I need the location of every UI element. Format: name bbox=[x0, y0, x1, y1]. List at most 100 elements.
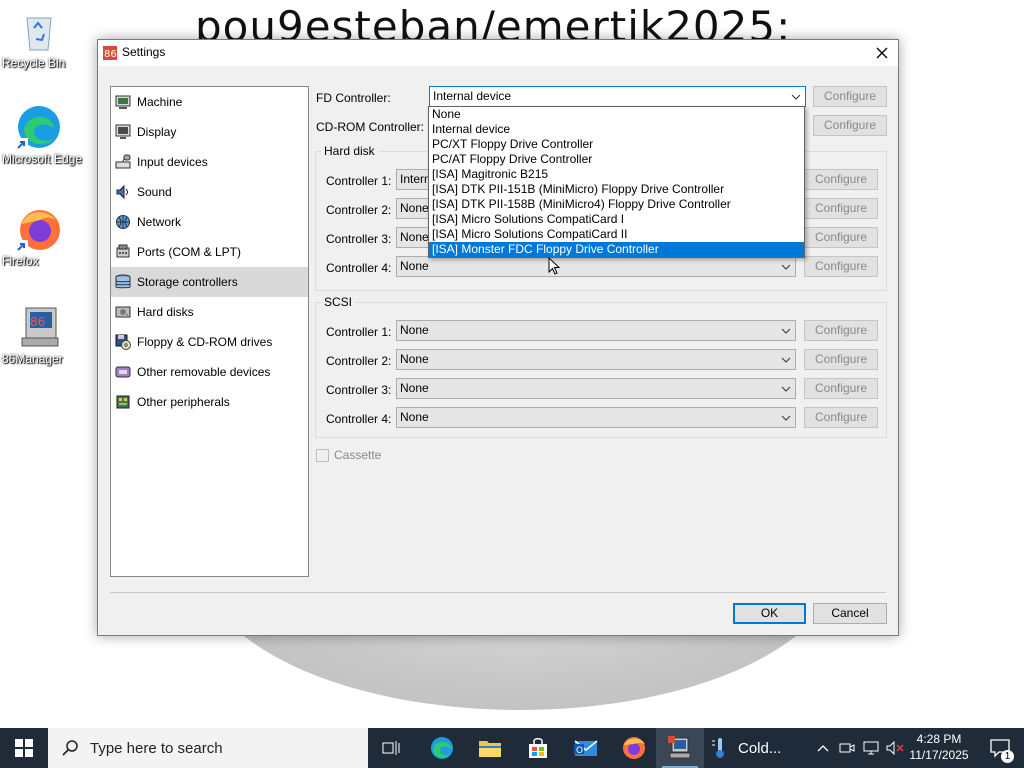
firefox-icon bbox=[16, 206, 62, 252]
network-tray-button[interactable] bbox=[860, 728, 882, 768]
scsi-controller-4-label: Controller 4: bbox=[326, 412, 392, 426]
scsi-controller-3-configure-button[interactable]: Configure bbox=[804, 378, 878, 399]
task-view-button[interactable] bbox=[368, 728, 416, 768]
edge-icon bbox=[431, 737, 453, 759]
nav-item-other-peripherals[interactable]: Other peripherals bbox=[111, 387, 308, 417]
close-icon bbox=[876, 47, 888, 59]
dropdown-option[interactable]: Internal device bbox=[429, 122, 804, 137]
taskbar-store-button[interactable] bbox=[514, 728, 562, 768]
taskbar-86box-button[interactable] bbox=[656, 728, 704, 768]
windows-logo-icon bbox=[15, 739, 33, 757]
scsi-controller-3-value: None bbox=[400, 381, 429, 395]
notifications-button[interactable]: 1 bbox=[976, 728, 1024, 768]
close-button[interactable] bbox=[866, 40, 898, 66]
dropdown-option[interactable]: [ISA] Micro Solutions CompatiCard II bbox=[429, 227, 804, 242]
nav-item-label: Input devices bbox=[137, 155, 208, 169]
taskbar-clock[interactable]: 4:28 PM 11/17/2025 bbox=[906, 731, 972, 763]
taskbar-mail-button[interactable]: O bbox=[562, 728, 610, 768]
nav-item-sound[interactable]: Sound bbox=[111, 177, 308, 207]
nav-item-label: Floppy & CD-ROM drives bbox=[137, 335, 273, 349]
hdc-controller-4-configure-button[interactable]: Configure bbox=[804, 256, 878, 277]
settings-category-list[interactable]: Machine Display Input devices Sound Netw… bbox=[110, 86, 309, 577]
hdc-controller-1-configure-button[interactable]: Configure bbox=[804, 169, 878, 190]
cassette-checkbox[interactable] bbox=[316, 449, 329, 462]
volume-tray-button[interactable] bbox=[884, 728, 906, 768]
hdc-controller-2-configure-button[interactable]: Configure bbox=[804, 198, 878, 219]
desktop-icon-recycle-bin[interactable]: Recycle Bin bbox=[2, 8, 76, 70]
hdc-controller-4-select[interactable]: None bbox=[396, 256, 796, 277]
recycle-bin-icon bbox=[16, 8, 62, 54]
dropdown-option[interactable]: [ISA] DTK PII-151B (MiniMicro) Floppy Dr… bbox=[429, 182, 804, 197]
scsi-controller-2-select[interactable]: None bbox=[396, 349, 796, 370]
fd-controller-dropdown-list[interactable]: None Internal device PC/XT Floppy Drive … bbox=[428, 106, 805, 258]
meet-now-button[interactable] bbox=[836, 728, 858, 768]
svg-text:O: O bbox=[576, 746, 583, 756]
thermometer-icon bbox=[712, 738, 724, 758]
hdc-controller-1-label: Controller 1: bbox=[326, 174, 392, 188]
desktop-icon-86manager[interactable]: 86 86Manager bbox=[2, 304, 76, 366]
nav-item-display[interactable]: Display bbox=[111, 117, 308, 147]
scsi-controller-1-select[interactable]: None bbox=[396, 320, 796, 341]
dropdown-option[interactable]: PC/AT Floppy Drive Controller bbox=[429, 152, 804, 167]
dropdown-option[interactable]: [ISA] Micro Solutions CompatiCard I bbox=[429, 212, 804, 227]
scsi-controller-4-configure-button[interactable]: Configure bbox=[804, 407, 878, 428]
dialog-titlebar[interactable]: 86 Settings bbox=[98, 40, 898, 66]
nav-item-removable-devices[interactable]: Other removable devices bbox=[111, 357, 308, 387]
floppy-cdrom-icon bbox=[115, 334, 131, 350]
start-button[interactable] bbox=[0, 728, 48, 768]
folder-icon bbox=[479, 741, 501, 757]
removable-devices-icon bbox=[115, 366, 131, 378]
nav-item-storage-controllers[interactable]: Storage controllers bbox=[111, 267, 308, 297]
cancel-button[interactable]: Cancel bbox=[813, 603, 887, 624]
network-icon bbox=[116, 215, 130, 229]
search-placeholder: Type here to search bbox=[90, 739, 223, 757]
scsi-controller-1-label: Controller 1: bbox=[326, 325, 392, 339]
nav-item-hard-disks[interactable]: Hard disks bbox=[111, 297, 308, 327]
scsi-controller-1-configure-button[interactable]: Configure bbox=[804, 320, 878, 341]
taskbar-file-explorer-button[interactable] bbox=[466, 728, 514, 768]
desktop-icon-edge[interactable]: Microsoft Edge bbox=[2, 104, 82, 166]
search-icon bbox=[62, 740, 78, 756]
machine-icon bbox=[115, 95, 131, 109]
cassette-label: Cassette bbox=[334, 448, 382, 462]
chevron-up-icon bbox=[817, 745, 829, 752]
input-devices-icon bbox=[115, 154, 131, 169]
fd-configure-button[interactable]: Configure bbox=[813, 86, 887, 107]
taskbar-edge-button[interactable] bbox=[418, 728, 466, 768]
dropdown-option[interactable]: None bbox=[429, 107, 804, 122]
nav-item-ports[interactable]: Ports (COM & LPT) bbox=[111, 237, 308, 267]
taskbar-search-box[interactable]: Type here to search bbox=[48, 728, 368, 768]
scsi-controller-3-select[interactable]: None bbox=[396, 378, 796, 399]
nav-item-network[interactable]: Network bbox=[111, 207, 308, 237]
desktop-icon-label: 86Manager bbox=[2, 352, 63, 366]
nav-item-floppy-cdrom[interactable]: Floppy & CD-ROM drives bbox=[111, 327, 308, 357]
nav-item-machine[interactable]: Machine bbox=[111, 87, 308, 117]
show-hidden-icons-button[interactable] bbox=[812, 728, 834, 768]
dropdown-option[interactable]: [ISA] DTK PII-158B (MiniMicro4) Floppy D… bbox=[429, 197, 804, 212]
scsi-group-title: SCSI bbox=[321, 295, 356, 309]
scsi-controller-4-select[interactable]: None bbox=[396, 407, 796, 428]
taskbar-firefox-button[interactable] bbox=[610, 728, 658, 768]
taskbar-weather-widget[interactable]: Cold... bbox=[710, 728, 806, 768]
desktop-icon-firefox[interactable]: Firefox bbox=[2, 206, 76, 268]
hdc-controller-3-configure-button[interactable]: Configure bbox=[804, 227, 878, 248]
chevron-down-icon bbox=[781, 328, 791, 334]
chevron-down-icon bbox=[781, 264, 791, 270]
clock-date: 11/17/2025 bbox=[909, 748, 969, 762]
sound-icon bbox=[116, 184, 128, 200]
nav-item-label: Hard disks bbox=[137, 305, 194, 319]
scsi-controller-2-configure-button[interactable]: Configure bbox=[804, 349, 878, 370]
peripherals-icon bbox=[116, 395, 130, 409]
nav-item-input-devices[interactable]: Input devices bbox=[111, 147, 308, 177]
dropdown-option[interactable]: [ISA] Magitronic B215 bbox=[429, 167, 804, 182]
dropdown-option-highlighted[interactable]: [ISA] Monster FDC Floppy Drive Controlle… bbox=[429, 242, 804, 257]
ok-button[interactable]: OK bbox=[733, 603, 806, 624]
desktop-icon-label: Microsoft Edge bbox=[2, 152, 83, 166]
fd-controller-select[interactable]: Internal device bbox=[429, 86, 806, 107]
chevron-down-icon bbox=[781, 386, 791, 392]
hard-disks-icon bbox=[115, 306, 131, 318]
dropdown-option[interactable]: PC/XT Floppy Drive Controller bbox=[429, 137, 804, 152]
cdrom-configure-button[interactable]: Configure bbox=[813, 115, 887, 136]
fd-controller-value: Internal device bbox=[433, 89, 512, 103]
display-icon bbox=[115, 124, 131, 139]
